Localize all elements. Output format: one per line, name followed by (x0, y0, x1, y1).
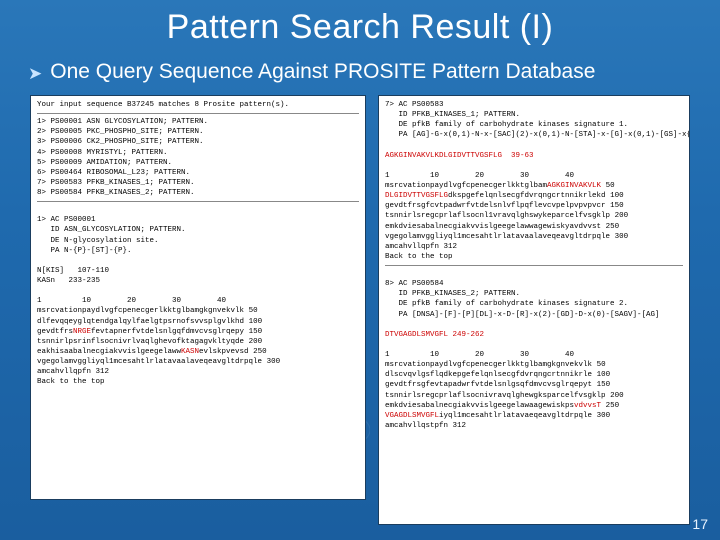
seq-row: tsnnirlpsrinflsocnivrlvaqlghevofktagagvk… (37, 337, 359, 347)
right-panel: 7> AC PS00583 ID PFKB_KINASES_1; PATTERN… (378, 95, 690, 525)
bullet-icon: ➤ (28, 64, 42, 84)
list-item: 2> PS00005 PKC_PHOSPHO_SITE; PATTERN. (37, 127, 359, 137)
seq-row: emkdviesabalnecgiakvvislgeegelawaagewisk… (385, 401, 683, 411)
seq-row: amcahvllqpfn 312 (385, 242, 683, 252)
seq-row: DLGIDVTTVGSFLGdkspgefelqnlsecgfdvrqngcrt… (385, 191, 683, 201)
seq-row: amcahvllqstpfn 312 (385, 421, 683, 431)
ruler: 1 10 20 30 40 (37, 296, 359, 306)
block1-line: N[KIS] 107-110 (37, 266, 359, 276)
seq-row: vgegolamvggliyql1mcesahtlrlatavaalaveqea… (385, 232, 683, 242)
back-link[interactable]: Back to the top (385, 252, 683, 262)
match-hit: VGAGDLSMVGFL (385, 412, 439, 420)
seq-row: gevdtfrsNRGEfevtapnerfvtdelsnlgqfdmvcvsg… (37, 327, 359, 337)
block8-line: DE pfkB family of carbohydrate kinases s… (385, 299, 683, 309)
block7-line: DE pfkB family of carbohydrate kinases s… (385, 120, 683, 130)
seq-row: msrcvationpaydlvgfcpenecgerlkktglbamAGKG… (385, 181, 683, 191)
list-item: 8> PS00584 PFKB_KINASES_2; PATTERN. (37, 188, 359, 198)
match-hit: NRGE (73, 328, 91, 336)
block7-line: PA [AG]-G-x(0,1)-N-x-[SAC](2)-x(0,1)-N-[… (385, 130, 683, 140)
ruler: 1 10 20 30 40 (385, 171, 683, 181)
block8-line: 8> AC PS00584 (385, 279, 683, 289)
block8-line: PA [DNSA]-[F]-[P][DL]-x-D-[R]-x(2)-[GD]-… (385, 310, 683, 320)
divider (37, 201, 359, 202)
block1-line: 1> AC PS00001 (37, 215, 359, 225)
divider (385, 265, 683, 266)
seq-row: amcahvllqpfn 312 (37, 367, 359, 377)
match-hit: KASN (181, 348, 199, 356)
seq-row: dlscvqvlgsflqdkepgefelqnlsecgfdvrqngcrtn… (385, 370, 683, 380)
match-hit: AGKGINVAKVLK (547, 182, 601, 190)
seq-row: tsnnirlsregcprlaflsocnl1vravqlghswykepar… (385, 211, 683, 221)
slide: Pattern Search Result (I) ➤ One Query Se… (0, 0, 720, 540)
list-item: 5> PS00009 AMIDATION; PATTERN. (37, 158, 359, 168)
block1-line: PA N-{P}-[ST]-{P}. (37, 246, 359, 256)
ruler: 1 10 20 30 40 (385, 350, 683, 360)
block1-line: ID ASN_GLYCOSYLATION; PATTERN. (37, 225, 359, 235)
seq-row: msrcvationpaydlvgfcpenecgerlkktglbamgkgn… (385, 360, 683, 370)
seq-row: eakhisaabalnecgiakvvislgeegelawwKASNevls… (37, 347, 359, 357)
seq-row: dlfevqqeyglqtendgalqylfaelgtpsrnofsvvspl… (37, 317, 359, 327)
seq-row: emkdviesabalnecgiakvvislgeegelawwagewisk… (385, 222, 683, 232)
block8-line: ID PFKB_KINASES_2; PATTERN. (385, 289, 683, 299)
seq-row: VGAGDLSMVGFLiyql1mcesahtlrlatavaeqeavglt… (385, 411, 683, 421)
subtitle-text: One Query Sequence Against PROSITE Patte… (50, 60, 595, 84)
divider (37, 113, 359, 114)
seq-row: gevdtfrsgfcvtpadwrfvtdelsnlvflpqflevcvpe… (385, 201, 683, 211)
seq-row: msrcvationpaydlvgfcpenecgerlkktglbamgkgn… (37, 306, 359, 316)
match-hit: vdvvsT (574, 402, 601, 410)
left-panel: Your input sequence B37245 matches 8 Pro… (30, 95, 366, 500)
seq-row: vgegolamvggliyql1mcesahtlrlatavaalaveqea… (37, 357, 359, 367)
match-line: DTVGAGDLSMVGFL 249-262 (385, 330, 683, 340)
match-hit: DLGIDVTTVGSFLG (385, 192, 448, 200)
slide-number: 17 (692, 516, 708, 532)
block7-line: 7> AC PS00583 (385, 100, 683, 110)
seq-row: gevdtfrsgfevtapadwrfvtdelsnlgsqfdmvcvsgl… (385, 380, 683, 390)
intro-line: Your input sequence B37245 matches 8 Pro… (37, 100, 359, 110)
list-item: 3> PS00006 CK2_PHOSPHO_SITE; PATTERN. (37, 137, 359, 147)
subtitle-row: ➤ One Query Sequence Against PROSITE Pat… (28, 60, 595, 84)
block7-line: ID PFKB_KINASES_1; PATTERN. (385, 110, 683, 120)
slide-title: Pattern Search Result (I) (0, 8, 720, 47)
match-line: AGKGINVAKVLKDLGIDVTTVGSFLG 39-63 (385, 151, 683, 161)
list-item: 4> PS00008 MYRISTYL; PATTERN. (37, 148, 359, 158)
list-item: 7> PS00583 PFKB_KINASES_1; PATTERN. (37, 178, 359, 188)
seq-row: tsnnirlsregcprlaflsocnivravqlghewgksparc… (385, 391, 683, 401)
list-item: 6> PS00464 RIBOSOMAL_L23; PATTERN. (37, 168, 359, 178)
list-item: 1> PS00001 ASN GLYCOSYLATION; PATTERN. (37, 117, 359, 127)
block1-line: DE N-glycosylation site. (37, 236, 359, 246)
back-link[interactable]: Back to the top (37, 377, 359, 387)
block1-line: KASn 233-235 (37, 276, 359, 286)
